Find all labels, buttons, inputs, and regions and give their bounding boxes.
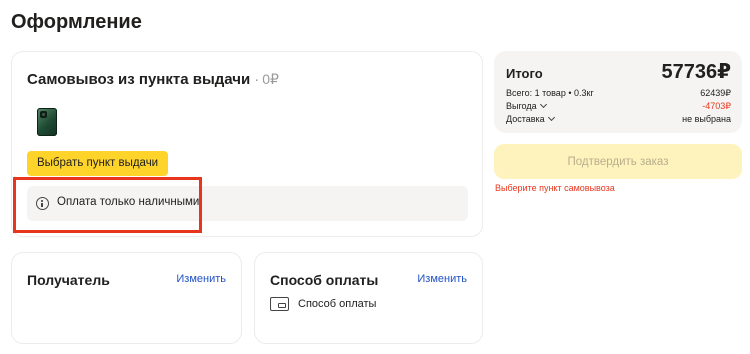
recipient-title: Получатель [27, 272, 110, 288]
discount-value: -4703₽ [702, 101, 731, 111]
items-price-value: 62439₽ [700, 88, 731, 98]
recipient-change-link[interactable]: Изменить [176, 273, 226, 285]
total-label: Итого [506, 66, 543, 81]
chevron-down-icon [539, 100, 547, 109]
confirm-order-button[interactable]: Подтвердить заказ [494, 144, 742, 179]
page-title: Оформление [11, 11, 142, 33]
payment-title: Способ оплаты [270, 272, 379, 288]
summary-row-items: Всего: 1 товар • 0.3кг 62439₽ [506, 88, 731, 100]
delivery-title: Самовывоз из пункта выдачи · 0₽ [27, 71, 279, 88]
delivery-separator: · [254, 71, 260, 88]
select-pickup-point-button[interactable]: Выбрать пункт выдачи [27, 151, 169, 176]
recipient-card: Получатель Изменить [11, 252, 242, 344]
summary-row-delivery[interactable]: Доставка не выбрана [506, 113, 731, 126]
delivery-method-label: Самовывоз из пункта выдачи [27, 71, 251, 88]
summary-row-discount[interactable]: Выгода -4703₽ [506, 100, 731, 113]
delivery-price: 0₽ [262, 71, 279, 87]
total-value: 57736₽ [661, 61, 731, 83]
payment-method-label: Способ оплаты [298, 298, 377, 310]
payment-method-option[interactable]: Способ оплаты [270, 297, 376, 311]
product-thumbnail[interactable] [37, 108, 57, 136]
chevron-down-icon [547, 113, 555, 122]
wallet-card-icon [270, 297, 289, 311]
delivery-toggle[interactable]: Доставка [506, 113, 555, 124]
items-count-label: Всего: 1 товар • 0.3кг [506, 88, 594, 98]
phone-camera-icon [40, 111, 47, 118]
pickup-error-message: Выберите пункт самовывоза [495, 183, 615, 193]
delivery-summary-label: Доставка [506, 114, 545, 124]
order-summary: Итого 57736₽ Всего: 1 товар • 0.3кг 6243… [494, 51, 742, 133]
discount-label: Выгода [506, 101, 537, 111]
discount-toggle[interactable]: Выгода [506, 100, 547, 111]
payment-card: Способ оплаты Изменить Способ оплаты [254, 252, 483, 344]
highlight-annotation-box [13, 177, 202, 233]
payment-change-link[interactable]: Изменить [417, 273, 467, 285]
delivery-summary-value: не выбрана [682, 114, 731, 124]
